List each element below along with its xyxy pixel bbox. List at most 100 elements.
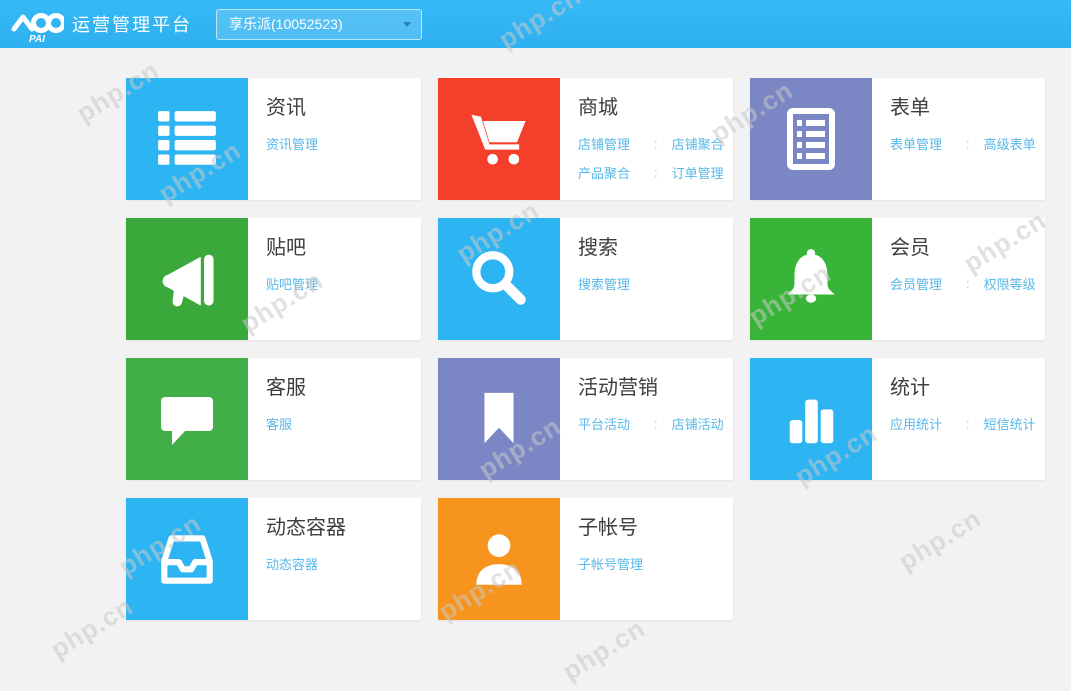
tile-news[interactable] xyxy=(126,78,248,200)
tile-search[interactable] xyxy=(438,218,560,340)
svg-text:PAI: PAI xyxy=(29,34,45,44)
user-icon xyxy=(466,526,532,592)
link-row: 贴吧管理 xyxy=(266,269,421,298)
magnifier-icon xyxy=(466,246,532,312)
tile-stats[interactable] xyxy=(750,358,872,480)
link-separator: : xyxy=(654,416,658,431)
card-links: 动态容器 xyxy=(266,549,421,578)
card-subaccount[interactable]: 子帐号 子帐号管理 xyxy=(438,498,733,620)
link-form-0-1[interactable]: 高级表单 xyxy=(984,134,1036,153)
card-links: 资讯管理 xyxy=(266,129,421,158)
link-stats-0-0[interactable]: 应用统计 xyxy=(890,414,954,433)
link-row: 子帐号管理 xyxy=(578,549,733,578)
link-separator: : xyxy=(654,136,658,151)
link-tieba-0-0[interactable]: 贴吧管理 xyxy=(266,274,330,293)
card-search[interactable]: 搜索 搜索管理 xyxy=(438,218,733,340)
tile-mall[interactable] xyxy=(438,78,560,200)
link-mall-0-0[interactable]: 店铺管理 xyxy=(578,134,642,153)
link-service-0-0[interactable]: 客服 xyxy=(266,414,330,433)
link-mall-0-1[interactable]: 店铺聚合 xyxy=(672,134,724,153)
link-member-0-0[interactable]: 会员管理 xyxy=(890,274,954,293)
link-row: 搜索管理 xyxy=(578,269,733,298)
card-container[interactable]: 动态容器 动态容器 xyxy=(126,498,421,620)
card-title: 贴吧 xyxy=(266,235,421,261)
link-activity-0-0[interactable]: 平台活动 xyxy=(578,414,642,433)
link-row: 资讯管理 xyxy=(266,129,421,158)
card-links: 会员管理: 权限等级 xyxy=(890,269,1045,298)
account-select[interactable]: 享乐派(10052523) xyxy=(216,9,422,40)
link-separator: : xyxy=(654,165,658,180)
tile-member[interactable] xyxy=(750,218,872,340)
chevron-down-icon xyxy=(403,22,411,27)
tile-service[interactable] xyxy=(126,358,248,480)
link-separator: : xyxy=(966,416,970,431)
card-title: 商城 xyxy=(578,95,733,121)
link-row: 店铺管理: 店铺聚合 xyxy=(578,129,733,158)
account-select-value: 享乐派(10052523) xyxy=(229,14,343,34)
tile-form[interactable] xyxy=(750,78,872,200)
top-header-bar: PAI 运营管理平台 享乐派(10052523) xyxy=(0,0,1071,48)
link-mall-1-1[interactable]: 订单管理 xyxy=(672,163,724,182)
card-title: 搜索 xyxy=(578,235,733,261)
card-member[interactable]: 会员 会员管理:权限等级 xyxy=(750,218,1045,340)
link-form-0-0[interactable]: 表单管理 xyxy=(890,134,954,153)
link-search-0-0[interactable]: 搜索管理 xyxy=(578,274,642,293)
link-news-0-0[interactable]: 资讯管理 xyxy=(266,134,330,153)
link-row: 产品聚合: 订单管理 xyxy=(578,158,733,187)
link-separator: : xyxy=(966,276,970,291)
watermark: php.cn xyxy=(557,613,651,688)
card-links: 搜索管理 xyxy=(578,269,733,298)
card-news[interactable]: 资讯 资讯管理 xyxy=(126,78,421,200)
list-icon xyxy=(154,106,220,172)
link-activity-0-1[interactable]: 店铺活动 xyxy=(672,414,724,433)
bell-icon xyxy=(778,246,844,312)
card-stats[interactable]: 统计 应用统计: 短信统计 xyxy=(750,358,1045,480)
link-subaccount-0-0[interactable]: 子帐号管理 xyxy=(578,554,643,573)
cloud-logo-icon: PAI xyxy=(10,4,64,44)
tile-activity[interactable] xyxy=(438,358,560,480)
card-title: 动态容器 xyxy=(266,515,421,541)
card-links: 客服 xyxy=(266,409,421,438)
link-member-0-1[interactable]: 权限等级 xyxy=(984,274,1036,293)
link-separator: : xyxy=(966,136,970,151)
card-links: 店铺管理: 店铺聚合产品聚合: 订单管理 xyxy=(578,129,733,187)
card-title: 子帐号 xyxy=(578,515,733,541)
tile-subaccount[interactable] xyxy=(438,498,560,620)
card-links: 贴吧管理 xyxy=(266,269,421,298)
card-title: 活动营销 xyxy=(578,375,733,401)
card-title: 统计 xyxy=(890,375,1045,401)
form-icon xyxy=(779,107,843,171)
chat-icon xyxy=(155,387,219,451)
cart-icon xyxy=(465,105,533,173)
link-stats-0-1[interactable]: 短信统计 xyxy=(984,414,1036,433)
card-title: 资讯 xyxy=(266,95,421,121)
link-mall-1-0[interactable]: 产品聚合 xyxy=(578,163,642,182)
tile-container[interactable] xyxy=(126,498,248,620)
link-container-0-0[interactable]: 动态容器 xyxy=(266,554,330,573)
link-row: 表单管理: 高级表单 xyxy=(890,129,1045,158)
link-row: 会员管理: 权限等级 xyxy=(890,269,1045,298)
card-tieba[interactable]: 贴吧 贴吧管理 xyxy=(126,218,421,340)
tile-tieba[interactable] xyxy=(126,218,248,340)
card-links: 平台活动: 店铺活动 xyxy=(578,409,733,438)
card-links: 应用统计: 短信统计 xyxy=(890,409,1045,438)
link-row: 客服 xyxy=(266,409,421,438)
barchart-icon xyxy=(780,388,842,450)
link-row: 平台活动: 店铺活动 xyxy=(578,409,733,438)
megaphone-icon xyxy=(153,245,221,313)
card-mall[interactable]: 商城 店铺管理: 店铺聚合产品聚合: 订单管理 xyxy=(438,78,733,200)
link-row: 应用统计: 短信统计 xyxy=(890,409,1045,438)
card-links: 子帐号管理 xyxy=(578,549,733,578)
logo: PAI xyxy=(10,4,64,44)
card-grid: 资讯 资讯管理 商城 店铺管理: 店铺聚合产品聚合: 订单管理 表单 表单管理: 高级… xyxy=(126,78,1045,620)
card-title: 客服 xyxy=(266,375,421,401)
watermark: php.cn xyxy=(45,591,139,666)
bookmark-icon xyxy=(468,388,530,450)
card-links: 表单管理: 高级表单 xyxy=(890,129,1045,158)
card-activity[interactable]: 活动营销 平台活动: 店铺活动 xyxy=(438,358,733,480)
link-row: 动态容器 xyxy=(266,549,421,578)
card-service[interactable]: 客服 客服 xyxy=(126,358,421,480)
card-form[interactable]: 表单 表单管理: 高级表单 xyxy=(750,78,1045,200)
card-title: 表单 xyxy=(890,95,1045,121)
inbox-icon xyxy=(154,526,220,592)
